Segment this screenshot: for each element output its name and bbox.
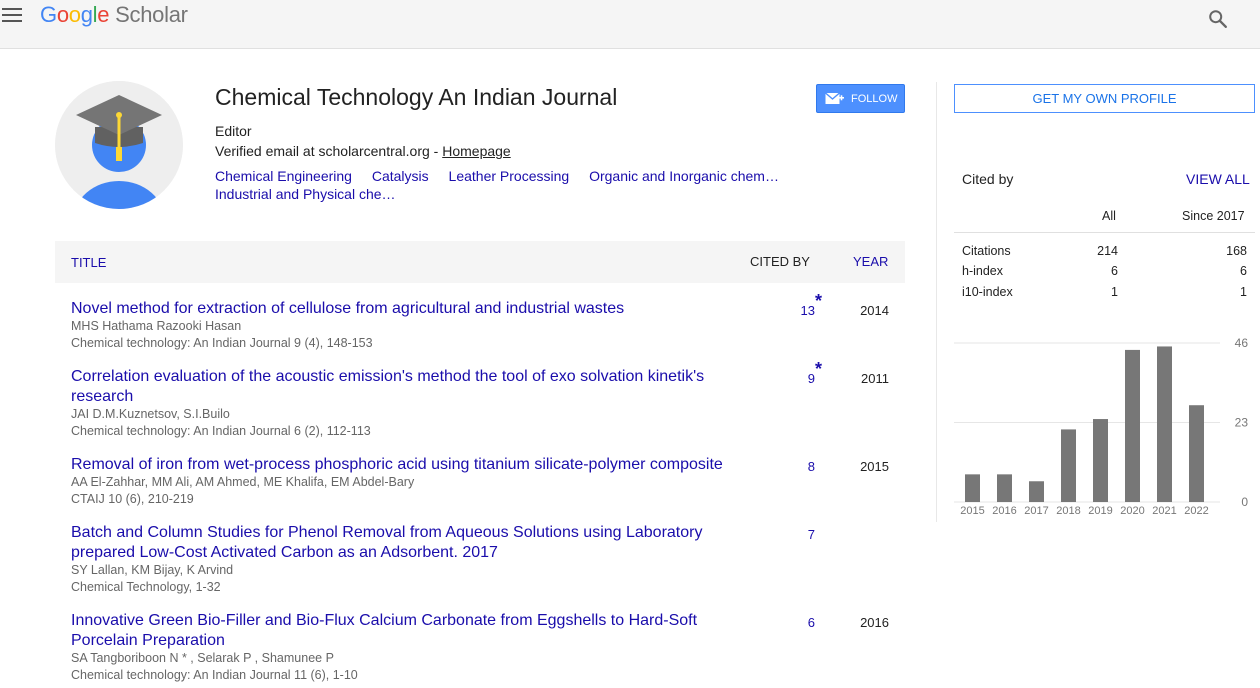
chart-y-tick-label: 46: [1235, 336, 1249, 350]
stat-row-i10-index: i10-index 1 1: [954, 285, 1255, 305]
cited-by-count[interactable]: 13: [775, 303, 815, 318]
avatar: [55, 81, 183, 209]
citation-stats-header: All Since 2017: [954, 201, 1255, 233]
homepage-link[interactable]: Homepage: [442, 143, 511, 159]
envelope-plus-icon: [825, 91, 844, 104]
stat-row-h-index: h-index 6 6: [954, 264, 1255, 284]
view-all-link[interactable]: VIEW ALL: [1186, 171, 1250, 187]
citations-per-year-chart: 0 23 46 2015 2016 2017 2018 2019 2020 2021 2022: [954, 336, 1249, 517]
interest-leather-processing[interactable]: Leather Processing: [449, 168, 570, 184]
article-venue: Chemical Technology, 1-32: [71, 580, 221, 594]
interest-organic-inorganic[interactable]: Organic and Inorganic chem…: [589, 168, 779, 184]
article-venue: Chemical technology: An Indian Journal 6…: [71, 424, 371, 438]
article-title[interactable]: Correlation evaluation of the acoustic e…: [71, 367, 731, 407]
stat-since-value: 1: [1240, 285, 1247, 299]
research-interests: Chemical Engineering Catalysis Leather P…: [215, 167, 815, 203]
top-bar: Google Scholar: [0, 0, 1260, 49]
follow-label: FOLLOW: [851, 92, 898, 105]
table-row: Novel method for extraction of cellulose…: [55, 291, 905, 355]
chart-x-tick-label: 2018: [1056, 505, 1080, 517]
stat-label: i10-index: [962, 285, 1013, 299]
cited-by-heading: Cited by: [962, 171, 1014, 187]
stat-label: Citations: [962, 244, 1011, 258]
stat-all-value: 214: [1097, 244, 1118, 258]
table-row: Correlation evaluation of the acoustic e…: [55, 359, 905, 443]
stats-column-all: All: [1102, 209, 1116, 223]
cited-by-count[interactable]: 6: [775, 615, 815, 630]
article-title[interactable]: Innovative Green Bio-Filler and Bio-Flux…: [71, 611, 731, 651]
article-year: 2016: [860, 615, 889, 630]
chart-bar: [965, 474, 980, 502]
article-title[interactable]: Removal of iron from wet-process phospho…: [71, 455, 731, 475]
interest-catalysis[interactable]: Catalysis: [372, 168, 429, 184]
article-title[interactable]: Novel method for extraction of cellulose…: [71, 299, 731, 319]
cited-by-count[interactable]: 9: [775, 371, 815, 386]
chart-bar: [1157, 346, 1172, 502]
column-title[interactable]: TITLE: [71, 255, 106, 270]
table-row: Removal of iron from wet-process phospho…: [55, 455, 905, 511]
stat-row-citations: Citations 214 168: [954, 244, 1255, 264]
chart-bar: [1093, 419, 1108, 502]
articles-table-header: TITLE CITED BY YEAR: [55, 241, 905, 283]
stat-since-value: 6: [1240, 264, 1247, 278]
article-authors: JAI D.M.Kuznetsov, S.I.Builo: [71, 407, 230, 421]
profile-role: Editor: [215, 123, 252, 139]
article-authors: AA El-Zahhar, MM Ali, AM Ahmed, ME Khali…: [71, 475, 415, 489]
chart-x-tick-label: 2020: [1120, 505, 1144, 517]
article-year: 2011: [861, 371, 889, 386]
interest-industrial-physical[interactable]: Industrial and Physical che…: [215, 186, 396, 202]
search-icon[interactable]: [1207, 8, 1229, 30]
chart-y-tick-label: 0: [1241, 495, 1248, 509]
chart-x-tick-label: 2015: [960, 505, 984, 517]
article-title[interactable]: Batch and Column Studies for Phenol Remo…: [71, 523, 731, 563]
stat-label: h-index: [962, 264, 1003, 278]
cited-by-count[interactable]: 7: [775, 527, 815, 542]
cited-by-count[interactable]: 8: [775, 459, 815, 474]
article-venue: Chemical technology: An Indian Journal 1…: [71, 668, 358, 682]
article-venue: CTAIJ 10 (6), 210-219: [71, 492, 194, 506]
chart-bar: [1125, 349, 1140, 502]
interest-chemical-engineering[interactable]: Chemical Engineering: [215, 168, 352, 184]
chart-bar: [1061, 429, 1076, 502]
chart-y-tick-label: 23: [1235, 416, 1249, 430]
article-authors: SY Lallan, KM Bijay, K Arvind: [71, 563, 234, 577]
get-my-own-profile-button[interactable]: GET MY OWN PROFILE: [954, 84, 1255, 113]
stats-column-since: Since 2017: [1182, 209, 1245, 223]
stat-since-value: 168: [1226, 244, 1247, 258]
merged-citations-star: *: [815, 359, 823, 379]
hamburger-menu-icon[interactable]: [2, 8, 22, 24]
stat-all-value: 1: [1111, 285, 1118, 299]
profile-name: Chemical Technology An Indian Journal: [215, 84, 618, 110]
graduate-avatar-icon: [55, 81, 183, 209]
article-year: 2015: [860, 459, 889, 474]
chart-bar: [997, 474, 1012, 502]
stat-all-value: 6: [1111, 264, 1118, 278]
email-text: Verified email at scholarcentral.org -: [215, 143, 443, 159]
chart-x-tick-label: 2019: [1088, 505, 1112, 517]
chart-bar: [1189, 405, 1204, 502]
chart-x-tick-label: 2021: [1152, 505, 1176, 517]
chart-x-tick-label: 2017: [1024, 505, 1048, 517]
column-year[interactable]: YEAR: [853, 254, 888, 269]
article-venue: Chemical technology: An Indian Journal 9…: [71, 336, 373, 350]
table-row: Batch and Column Studies for Phenol Remo…: [55, 523, 905, 599]
sidebar-divider: [936, 82, 937, 522]
follow-button[interactable]: FOLLOW: [816, 84, 905, 113]
column-cited-by[interactable]: CITED BY: [750, 254, 810, 269]
merged-citations-star: *: [815, 291, 823, 311]
chart-bar: [1029, 481, 1044, 502]
article-authors: MHS Hathama Razooki Hasan: [71, 319, 242, 333]
article-authors: SA Tangboriboon N * , Selarak P , Shamun…: [71, 651, 334, 665]
profile-email: Verified email at scholarcentral.org - H…: [215, 143, 511, 159]
google-scholar-logo[interactable]: Google Scholar: [40, 2, 188, 28]
chart-x-tick-label: 2016: [992, 505, 1016, 517]
chart-x-tick-label: 2022: [1184, 505, 1208, 517]
table-row: Innovative Green Bio-Filler and Bio-Flux…: [55, 611, 905, 687]
article-year: 2014: [860, 303, 889, 318]
